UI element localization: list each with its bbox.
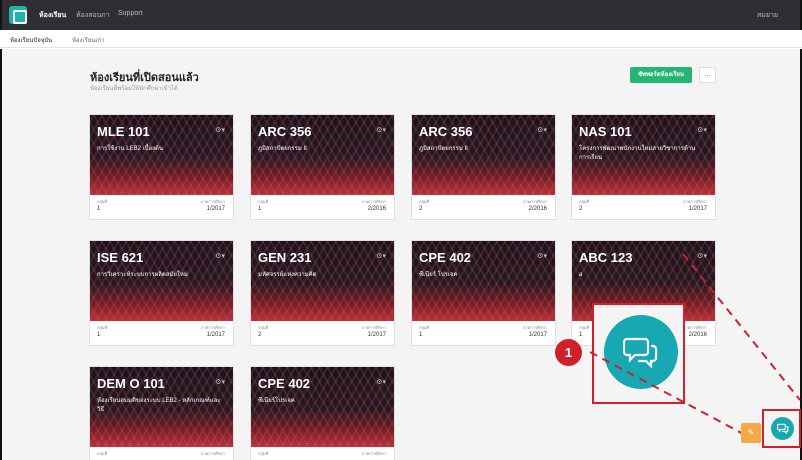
course-card[interactable]: CPE 402 ⚙▾ ซีเนียร์ โปรเจคกลุ่มที่ ภาคการศึ…: [411, 240, 556, 346]
more-options-button[interactable]: ...: [699, 67, 716, 83]
term-value: 1/2017: [367, 332, 386, 338]
course-name: ห้องเรียนสมมติของระบบ LEB2 - หลักเกณฑ์แล…: [97, 398, 221, 413]
gear-icon[interactable]: ⚙▾: [697, 126, 707, 134]
group-value: 1: [97, 206, 101, 212]
term-label: ภาคการศึกษา: [200, 451, 225, 456]
course-card[interactable]: ARC 356 ⚙▾ ภูมิสถาปัตยกรรม II กลุ่มที่ ภาคกา…: [411, 114, 556, 220]
nav-classrooms[interactable]: ห้องเรียน: [39, 10, 66, 21]
course-name: มหัศจรรย์แห่งความคิด: [258, 272, 317, 278]
course-card[interactable]: ARC 356 ⚙▾ ภูมิสถาปัตยกรรม II กลุ่มที่ ภาคกา…: [250, 114, 395, 220]
gear-icon[interactable]: ⚙▾: [376, 378, 386, 386]
term-label: ภาคการศึกษา: [522, 199, 547, 204]
course-name: ซีเนียร์ โปรเจค: [419, 272, 458, 278]
gear-icon[interactable]: ⚙▾: [376, 252, 386, 260]
term-value: 1/2017: [688, 206, 707, 212]
group-label: กลุ่มที่: [258, 451, 269, 456]
course-code: CPE 402: [258, 376, 311, 391]
zoomed-chat-callout: [592, 303, 685, 404]
gear-icon[interactable]: ⚙▾: [537, 252, 547, 260]
course-code: DEM O 101: [97, 376, 165, 391]
group-value: 1: [97, 332, 101, 338]
term-value: 1/2017: [206, 332, 225, 338]
course-name: ภูมิสถาปัตยกรรม II: [419, 146, 468, 152]
chat-button-highlight: [762, 409, 801, 448]
top-navigation-bar: ห้องเรียน ห้องสอบภา Support สมยาย: [0, 0, 802, 30]
term-label: ภาคการศึกษา: [361, 199, 386, 204]
group-label: กลุ่มที่: [97, 199, 108, 204]
course-code: CPE 402: [419, 250, 472, 265]
group-label: กลุ่มที่: [97, 451, 108, 456]
course-code: GEN 231: [258, 250, 312, 265]
term-value: 2/2016: [528, 206, 547, 212]
course-card[interactable]: NAS 101 ⚙▾ โครงการพัฒนาพนักงานใหม่สายวิชาก…: [571, 114, 716, 220]
term-label: ภาคการศึกษา: [682, 325, 707, 330]
term-value: 2/2016: [367, 206, 386, 212]
group-label: กลุ่มที่: [579, 199, 590, 204]
course-name: การใช้งาน LEB2 เบื้องต้น: [97, 146, 164, 152]
course-card[interactable]: ISE 621 ⚙▾ การวิเคราะห์ระบบการผลิตสมัยใหม่…: [89, 240, 234, 346]
group-label: กลุ่มที่: [258, 325, 269, 330]
gear-icon[interactable]: ⚙▾: [215, 252, 225, 260]
course-code: ARC 356: [258, 124, 312, 139]
gear-icon[interactable]: ⚙▾: [697, 252, 707, 260]
gear-icon[interactable]: ⚙▾: [376, 126, 386, 134]
group-label: กลุ่มที่: [419, 199, 430, 204]
sub-navigation: ห้องเรียนปัจจุบัน ห้องเรียนเก่า: [0, 30, 802, 51]
course-code: ISE 621: [97, 250, 144, 265]
nav-support[interactable]: Support: [118, 10, 143, 17]
nav-exam-rooms[interactable]: ห้องสอบภา: [76, 10, 110, 21]
classroom-list-page: ห้องเรียนที่เปิดสอนแล้ว ห้องเรียนที่พร้อ…: [0, 49, 802, 460]
course-name: โครงการพัฒนาพนักงานใหม่สายวิชาการด้านการ…: [579, 146, 696, 161]
term-label: ภาคการศึกษา: [361, 451, 386, 456]
group-label: กลุ่มที่: [579, 325, 590, 330]
group-value: 1: [258, 206, 262, 212]
page-subtitle: ห้องเรียนที่พร้อมให้นักศึกษาเข้าได้: [90, 86, 178, 92]
group-value: 1: [579, 332, 583, 338]
term-value: 1/2017: [206, 206, 225, 212]
term-label: ภาคการศึกษา: [200, 325, 225, 330]
leb2-logo[interactable]: [9, 6, 27, 24]
group-label: กลุ่มที่: [258, 199, 269, 204]
user-menu[interactable]: สมยาย: [757, 10, 778, 21]
chat-icon: [604, 315, 678, 389]
group-label: กลุ่มที่: [97, 325, 108, 330]
course-name: a: [579, 272, 583, 278]
group-value: 2: [258, 332, 262, 338]
term-value: 2/2016: [688, 332, 707, 338]
help-button[interactable]: ✎: [741, 423, 761, 443]
course-code: ARC 356: [419, 124, 473, 139]
course-card[interactable]: DEM O 101 ⚙▾ ห้องเรียนสมมติของระบบ LEB2 - …: [89, 366, 234, 460]
chat-button[interactable]: [771, 417, 794, 440]
tab-old-classrooms[interactable]: ห้องเรียนเก่า: [72, 35, 104, 45]
course-card[interactable]: GEN 231 ⚙▾ มหัศจรรย์แห่งความคิดกลุ่มที่ ภาค…: [250, 240, 395, 346]
course-name: ซีเนียร์โปรเจค: [258, 398, 295, 404]
course-card[interactable]: MLE 101 ⚙▾ การใช้งาน LEB2 เบื้องต้นกลุ่มที…: [89, 114, 234, 220]
group-value: 2: [419, 206, 423, 212]
course-code: MLE 101: [97, 124, 150, 139]
term-label: ภาคการศึกษา: [522, 325, 547, 330]
course-card[interactable]: CPE 402 ⚙▾ ซีเนียร์โปรเจคกลุ่มที่ ภาคการศึก…: [250, 366, 395, 460]
gear-icon[interactable]: ⚙▾: [537, 126, 547, 134]
group-value: 1: [419, 332, 423, 338]
group-value: 2: [579, 206, 583, 212]
course-name: ภูมิสถาปัตยกรรม II: [258, 146, 307, 152]
term-label: ภาคการศึกษา: [682, 199, 707, 204]
course-name: การวิเคราะห์ระบบการผลิตสมัยใหม่: [97, 272, 188, 278]
term-label: ภาคการศึกษา: [361, 325, 386, 330]
gear-icon[interactable]: ⚙▾: [215, 126, 225, 134]
step-number-badge: 1: [555, 339, 582, 366]
course-code: ABC 123: [579, 250, 633, 265]
group-label: กลุ่มที่: [419, 325, 430, 330]
gear-icon[interactable]: ⚙▾: [215, 378, 225, 386]
course-code: NAS 101: [579, 124, 632, 139]
term-value: 1/2017: [528, 332, 547, 338]
support-classroom-button[interactable]: ซัพพอร์ตห้องเรียน: [630, 67, 692, 83]
term-label: ภาคการศึกษา: [200, 199, 225, 204]
